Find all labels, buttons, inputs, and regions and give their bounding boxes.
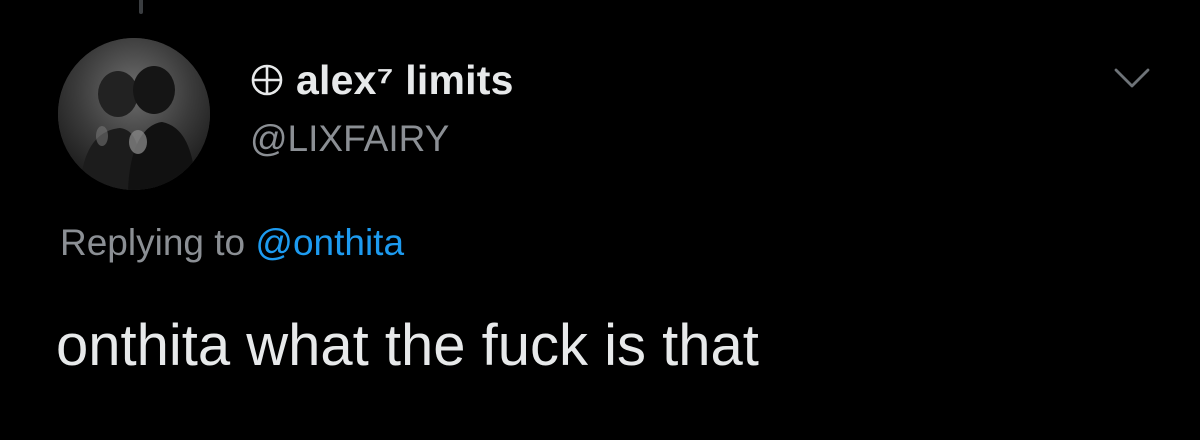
display-name[interactable]: alex⁷ limits xyxy=(296,57,514,104)
thread-connector-line xyxy=(139,0,143,14)
tweet-header: alex⁷ limits @LIXFAIRY xyxy=(250,52,514,160)
name-row: alex⁷ limits xyxy=(250,52,514,108)
replying-to-mention-link[interactable]: @onthita xyxy=(255,222,404,263)
replying-to-line: Replying to @onthita xyxy=(60,222,404,264)
chevron-down-icon[interactable] xyxy=(1110,60,1154,96)
avatar[interactable] xyxy=(58,38,210,190)
user-handle[interactable]: @LIXFAIRY xyxy=(250,118,514,160)
tweet-body-text: onthita what the fuck is that xyxy=(56,313,759,378)
profile-photo-icon xyxy=(58,38,210,190)
circle-plus-globe-icon xyxy=(251,64,283,96)
replying-to-label: Replying to xyxy=(60,222,246,263)
